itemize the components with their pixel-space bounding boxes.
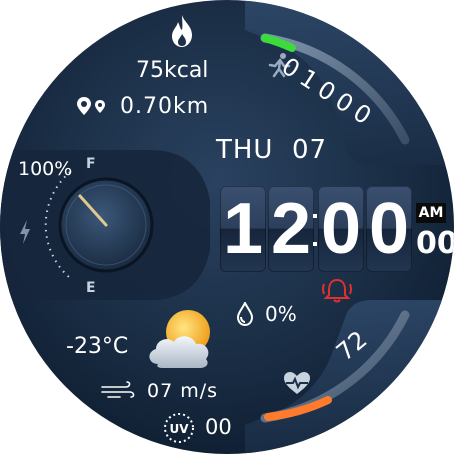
humidity-value: 0% xyxy=(265,302,297,326)
temperature-value: -23°C xyxy=(66,334,129,359)
location-icon xyxy=(77,97,105,115)
uv-value: 00 xyxy=(205,415,232,439)
distance-value: 0.70km xyxy=(120,94,210,119)
droplet-icon xyxy=(236,302,254,326)
hour-ones-digit: 2 xyxy=(270,189,312,269)
colon-dot-bottom xyxy=(313,242,317,246)
battery-full-label: F xyxy=(86,156,96,172)
alarm-icon[interactable] xyxy=(320,276,354,304)
calories-value: 75kcal xyxy=(136,58,209,83)
day-of-month: 07 xyxy=(292,135,328,165)
watch-face: 75kcal 0.70km 01000 THU 07 100% F E 1 2 … xyxy=(0,0,454,454)
battery-gauge xyxy=(44,171,154,279)
uv-icon: UV xyxy=(164,413,194,443)
seconds-value: 00 xyxy=(416,226,454,261)
hour-tens-digit: 1 xyxy=(222,189,264,269)
date-display: THU 07 xyxy=(216,135,327,165)
bolt-icon xyxy=(20,220,30,244)
wind-value: 07 m/s xyxy=(147,380,219,402)
colon-dot-top xyxy=(313,214,317,218)
minute-ones-digit: 0 xyxy=(368,189,410,269)
wind-icon xyxy=(101,381,135,398)
minute-tens-digit: 0 xyxy=(320,189,362,269)
fire-icon xyxy=(172,15,192,47)
battery-empty-label: E xyxy=(86,280,96,296)
svg-text:UV: UV xyxy=(169,422,189,436)
weather-icon xyxy=(149,310,210,368)
ampm-indicator: AM xyxy=(416,203,446,223)
day-of-week: THU xyxy=(216,135,274,165)
heart-rate-icon xyxy=(284,372,310,394)
